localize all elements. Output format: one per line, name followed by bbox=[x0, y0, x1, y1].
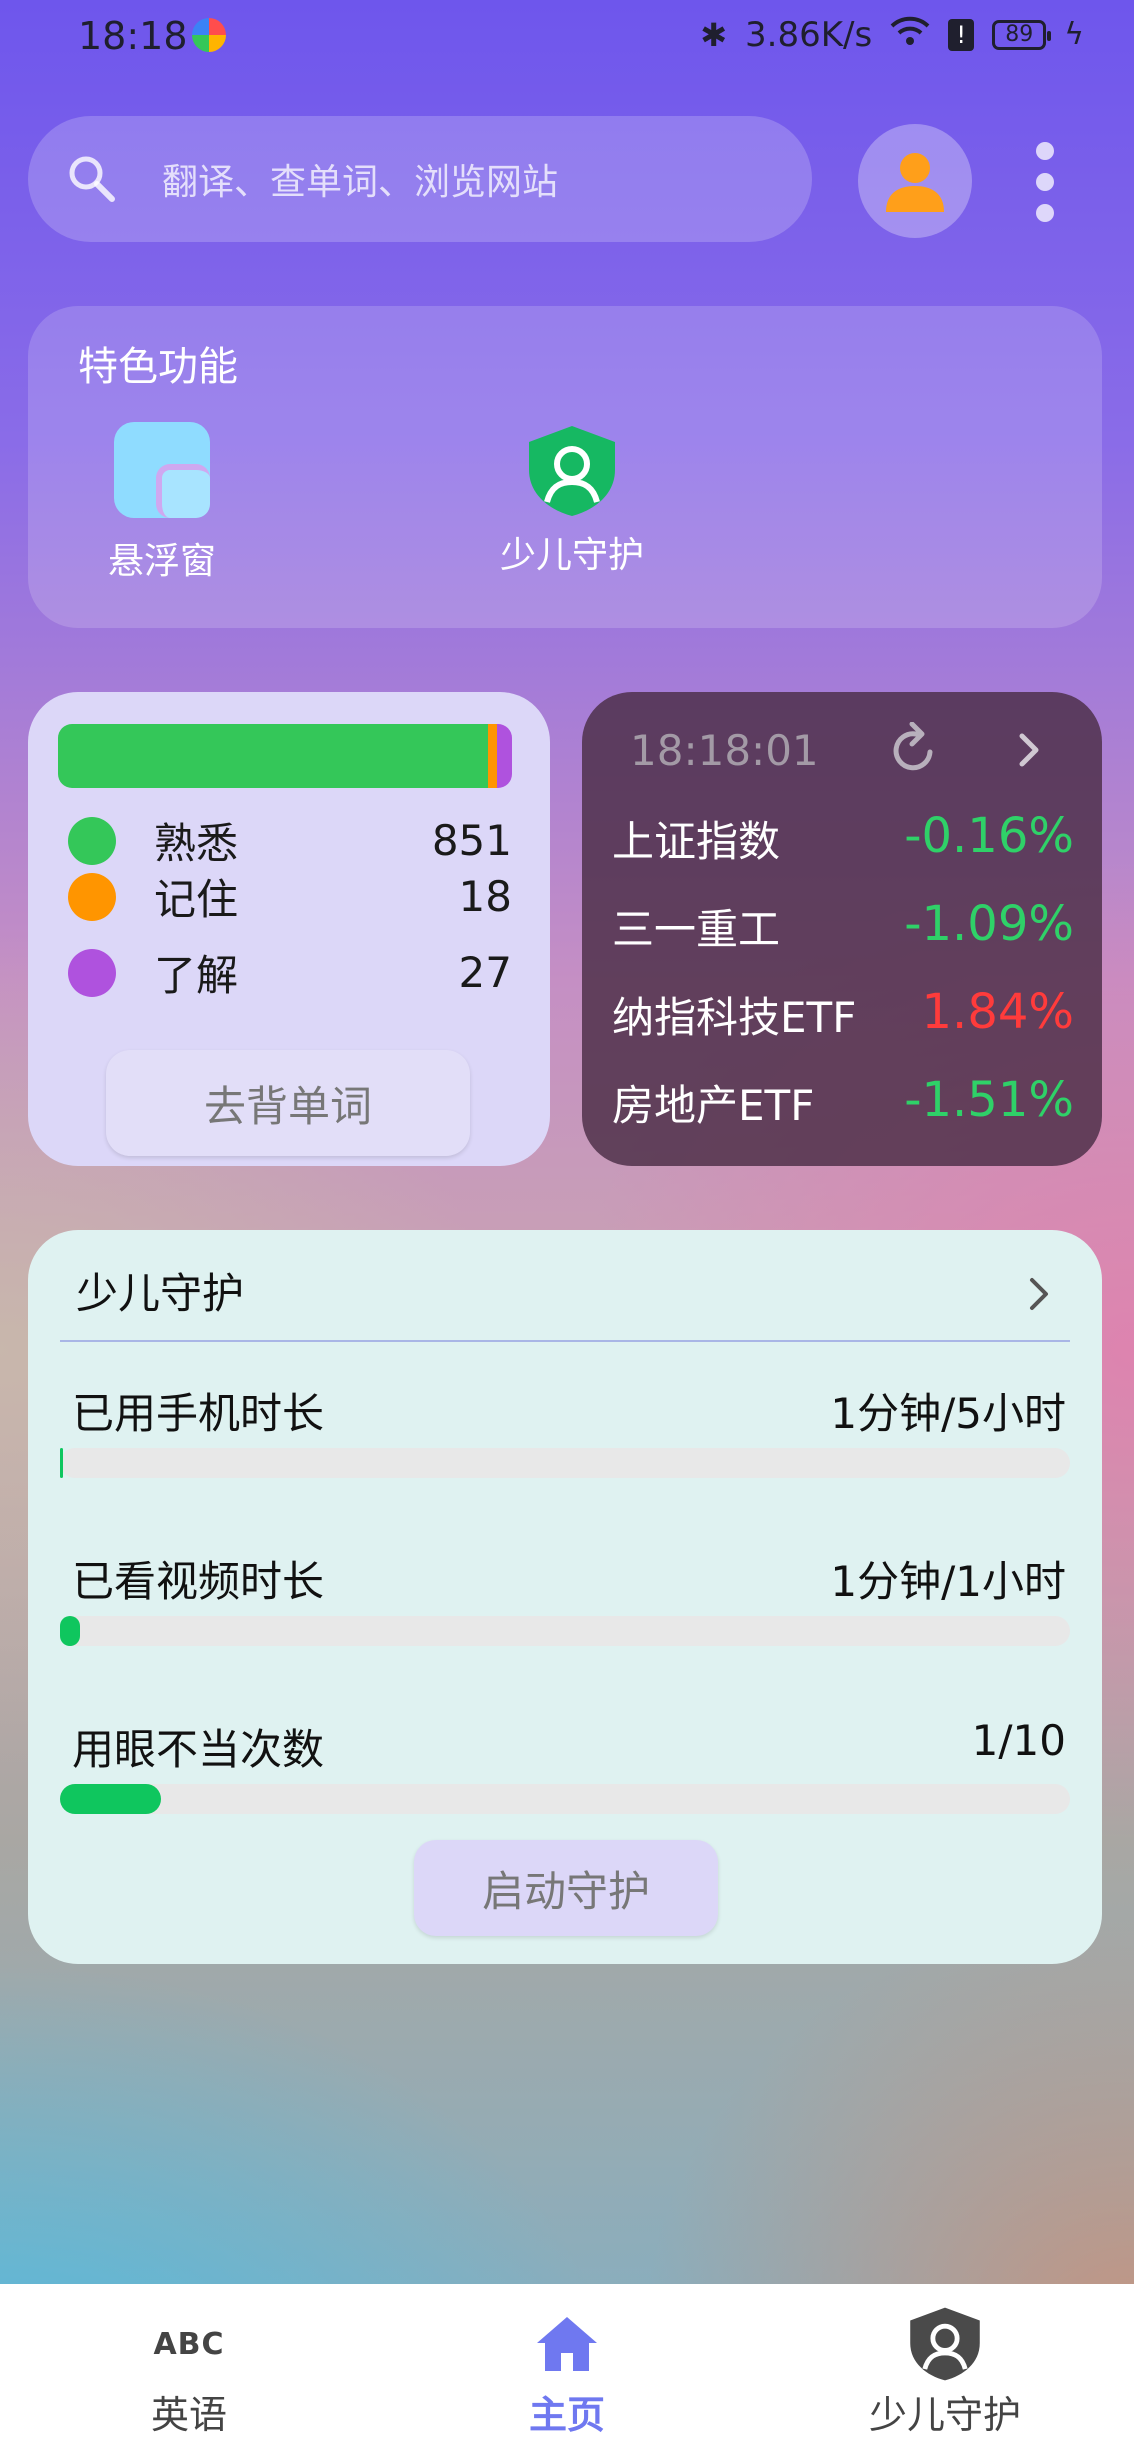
vocab-bar-familiar bbox=[58, 724, 489, 788]
stock-card[interactable]: 18:18:01 上证指数 -0.16% 三一重工 -1.09% 纳指科技ETF… bbox=[582, 692, 1102, 1166]
tab-english[interactable]: ABC 英语 bbox=[0, 2284, 378, 2454]
tab-home[interactable]: 主页 bbox=[378, 2284, 756, 2454]
network-speed: 3.86K/s bbox=[745, 14, 873, 55]
child-guard-card: 少儿守护 已用手机时长 1分钟/5小时 已看视频时长 1分钟/1小时 用眼不当次… bbox=[28, 1230, 1102, 1964]
stock-change: 1.84% bbox=[921, 984, 1074, 1040]
chevron-right-icon[interactable] bbox=[1024, 1274, 1054, 1314]
stock-name: 三一重工 bbox=[612, 905, 781, 954]
status-right: ✱ 3.86K/s ! 89 ϟ bbox=[700, 14, 1084, 55]
vocab-count: 18 bbox=[458, 872, 512, 921]
guard-row-label: 已看视频时长 bbox=[72, 1557, 325, 1606]
stock-row: 纳指科技ETF 1.84% bbox=[612, 984, 1074, 1045]
feature-card: 特色功能 悬浮窗 少儿守护 bbox=[28, 306, 1102, 628]
alert-icon: ! bbox=[948, 18, 975, 51]
home-icon bbox=[535, 2310, 599, 2378]
progress-fill bbox=[60, 1784, 161, 1814]
status-dot bbox=[68, 872, 116, 921]
guard-row: 用眼不当次数 1/10 bbox=[72, 1716, 1066, 1777]
child-guard-label: 少儿守护 bbox=[500, 535, 645, 576]
guard-row: 已看视频时长 1分钟/1小时 bbox=[72, 1548, 1066, 1609]
user-icon bbox=[886, 153, 944, 212]
tab-english-label: 英语 bbox=[150, 2393, 227, 2437]
child-shield-icon bbox=[907, 2307, 983, 2381]
floating-window-button[interactable]: 悬浮窗 bbox=[108, 422, 216, 584]
refresh-icon[interactable] bbox=[886, 722, 942, 778]
stock-name: 上证指数 bbox=[612, 817, 781, 866]
guard-row-value: 1/10 bbox=[971, 1716, 1066, 1765]
start-guard-button[interactable]: 启动守护 bbox=[414, 1840, 718, 1936]
search-icon bbox=[69, 156, 115, 202]
status-time: 18:18 bbox=[78, 14, 188, 58]
battery-level: 89 bbox=[1005, 22, 1034, 47]
study-words-button[interactable]: 去背单词 bbox=[106, 1050, 470, 1156]
avatar-button[interactable] bbox=[858, 124, 972, 238]
more-dot-icon bbox=[1036, 204, 1054, 222]
search-bar[interactable]: 翻译、查单词、浏览网站 bbox=[28, 116, 812, 242]
progress-fill bbox=[60, 1616, 80, 1646]
wifi-icon bbox=[890, 14, 930, 55]
stock-row: 房地产ETF -1.51% bbox=[612, 1072, 1074, 1133]
more-dot-icon bbox=[1036, 173, 1054, 191]
guard-row-value: 1分钟/1小时 bbox=[830, 1557, 1066, 1606]
child-guard-button[interactable]: 少儿守护 bbox=[500, 424, 644, 578]
search-placeholder: 翻译、查单词、浏览网站 bbox=[162, 162, 559, 203]
stock-change: -1.09% bbox=[904, 896, 1074, 952]
stock-time: 18:18:01 bbox=[630, 726, 819, 775]
vocab-label: 了解 bbox=[154, 951, 239, 1000]
vocab-bar-understood bbox=[497, 724, 512, 788]
tab-home-label: 主页 bbox=[528, 2393, 605, 2437]
floating-window-label: 悬浮窗 bbox=[108, 541, 217, 582]
guard-title[interactable]: 少儿守护 bbox=[76, 1260, 244, 1321]
vocab-label: 熟悉 bbox=[154, 819, 239, 868]
tab-child-guard[interactable]: 少儿守护 bbox=[756, 2284, 1134, 2454]
app-notification-icon bbox=[192, 18, 226, 52]
status-bar: 18:18 ✱ 3.86K/s ! 89 ϟ bbox=[0, 0, 1134, 70]
status-dot bbox=[68, 816, 116, 865]
progress-fill bbox=[60, 1448, 64, 1478]
battery-icon: 89 bbox=[992, 19, 1052, 50]
phone-time-progress bbox=[60, 1448, 1070, 1478]
vocab-label: 记住 bbox=[154, 875, 239, 924]
more-menu-button[interactable] bbox=[1030, 142, 1060, 222]
bluetooth-icon: ✱ bbox=[700, 15, 728, 54]
vocab-progress-bar bbox=[58, 724, 512, 788]
vocab-count: 27 bbox=[458, 948, 512, 997]
guard-row: 已用手机时长 1分钟/5小时 bbox=[72, 1380, 1066, 1441]
guard-row-label: 已用手机时长 bbox=[72, 1389, 325, 1438]
stock-change: -0.16% bbox=[904, 808, 1074, 864]
child-shield-icon bbox=[529, 426, 615, 516]
guard-row-value: 1分钟/5小时 bbox=[830, 1389, 1066, 1438]
chevron-right-icon[interactable] bbox=[1012, 730, 1046, 770]
tab-child-guard-label: 少儿守护 bbox=[868, 2393, 1021, 2437]
vocab-count: 851 bbox=[431, 816, 512, 865]
guard-row-label: 用眼不当次数 bbox=[72, 1725, 325, 1774]
status-dot bbox=[68, 948, 116, 997]
eye-misuse-progress bbox=[60, 1784, 1070, 1814]
bottom-nav: ABC 英语 主页 少儿守护 bbox=[0, 2284, 1134, 2454]
video-time-progress bbox=[60, 1616, 1070, 1646]
feature-title: 特色功能 bbox=[78, 344, 238, 390]
abc-icon: ABC bbox=[153, 2326, 225, 2362]
vocab-row: 熟悉 851 bbox=[68, 810, 512, 871]
stock-change: -1.51% bbox=[904, 1072, 1074, 1128]
vocab-card: 熟悉 851 记住 18 了解 27 去背单词 bbox=[28, 692, 550, 1166]
floating-window-icon bbox=[114, 422, 210, 518]
stock-row: 上证指数 -0.16% bbox=[612, 808, 1074, 869]
stock-name: 房地产ETF bbox=[612, 1081, 815, 1130]
stock-row: 三一重工 -1.09% bbox=[612, 896, 1074, 957]
vocab-row: 了解 27 bbox=[68, 942, 512, 1003]
divider bbox=[60, 1340, 1070, 1342]
vocab-row: 记住 18 bbox=[68, 866, 512, 927]
stock-name: 纳指科技ETF bbox=[612, 993, 857, 1042]
vocab-bar-remembered bbox=[488, 724, 498, 788]
charging-icon: ϟ bbox=[1064, 17, 1084, 52]
more-dot-icon bbox=[1036, 142, 1054, 160]
